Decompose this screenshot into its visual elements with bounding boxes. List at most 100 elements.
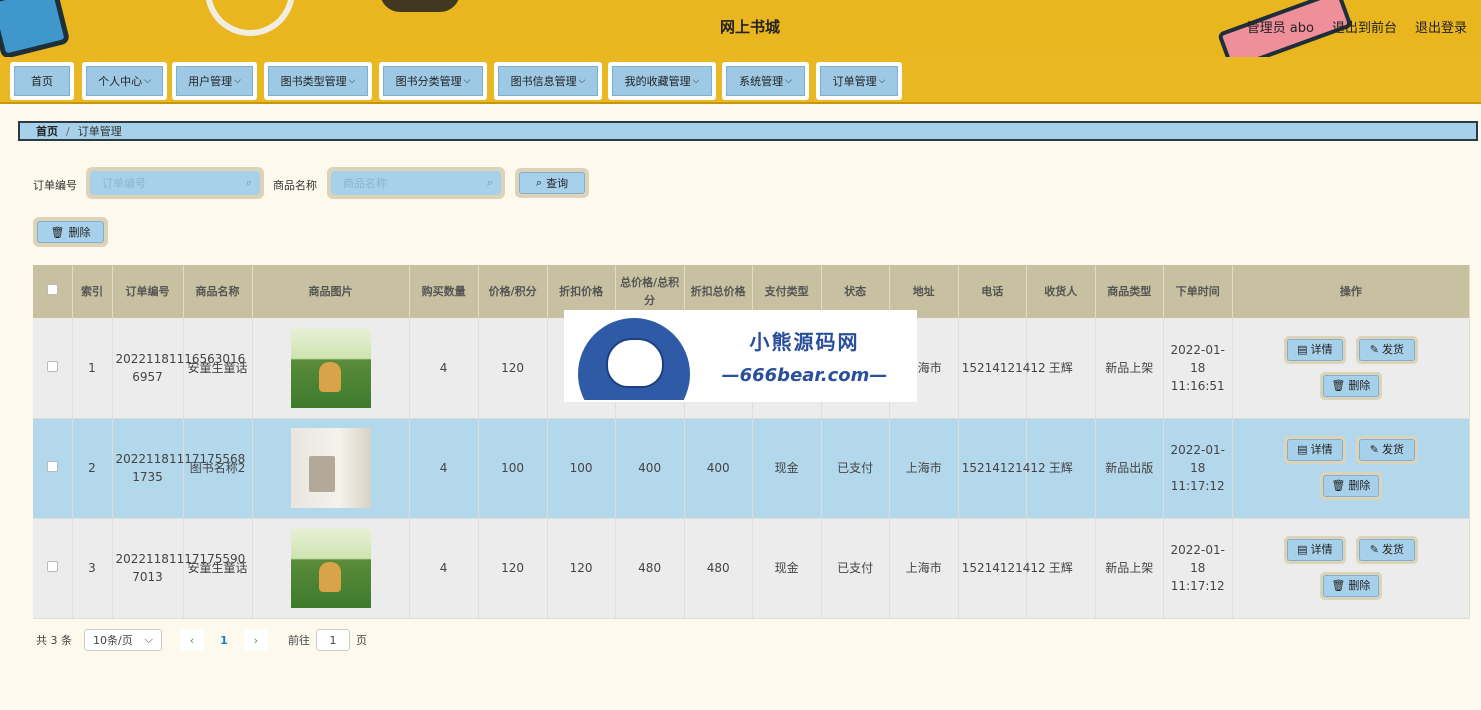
bear-logo-icon <box>564 310 692 402</box>
ship-button[interactable]: ✎ 发货 <box>1358 439 1415 461</box>
column-header: 电话 <box>958 265 1027 318</box>
ship-button[interactable]: ✎ 发货 <box>1358 539 1415 561</box>
breadcrumb-home[interactable]: 首页 <box>36 123 58 139</box>
next-page-button[interactable]: › <box>244 629 268 651</box>
nav-user-management[interactable]: 用户管理 ⌵ <box>172 62 257 100</box>
column-header: 商品图片 <box>252 265 410 318</box>
column-header: 商品名称 <box>183 265 253 318</box>
cell-order-time: 2022-01-18 11:16:51 <box>1163 318 1233 419</box>
goto-suffix: 页 <box>356 634 367 647</box>
row-checkbox[interactable] <box>46 561 58 572</box>
chevron-down-icon: ⌵ <box>348 76 356 86</box>
column-header: 索引 <box>72 265 113 318</box>
row-checkbox[interactable] <box>46 360 58 372</box>
cell-index: 1 <box>72 318 113 419</box>
trash-icon: 🗑 <box>50 225 65 239</box>
breadcrumb: 首页 / 订单管理 <box>18 121 1478 141</box>
cell-actions: ▤ 详情 ✎ 发货 🗑 删除 <box>1232 318 1471 419</box>
chevron-down-icon: ⌵ <box>234 76 241 86</box>
product-name-input[interactable] <box>343 176 483 190</box>
product-name-label: 商品名称 <box>273 179 317 192</box>
cell-quantity: 4 <box>409 418 479 519</box>
book-cover-image <box>290 327 371 408</box>
batch-delete-button-wrap: 🗑 删除 <box>33 217 108 247</box>
top-header: 网上书城 管理员 abo 退出到前台 退出登录 <box>0 0 1481 57</box>
document-icon: ▤ <box>1297 342 1308 356</box>
row-delete-button[interactable]: 🗑 删除 <box>1322 374 1379 397</box>
cell-quantity: 4 <box>409 318 479 419</box>
column-header: 价格/积分 <box>478 265 548 318</box>
nav-book-info-management[interactable]: 图书信息管理 ⌵ <box>494 62 602 100</box>
book-cover-image <box>290 528 371 608</box>
nav-favorites-management[interactable]: 我的收藏管理 ⌵ <box>608 62 716 100</box>
cell-product-type: 新品出版 <box>1095 418 1164 519</box>
cell-price: 120 <box>478 318 548 419</box>
prev-page-button[interactable]: ‹ <box>180 629 204 651</box>
query-button-wrap: ⌕ 查询 <box>515 168 589 198</box>
nav-order-management[interactable]: 订单管理 ⌵ <box>816 62 902 100</box>
column-header: 购买数量 <box>409 265 479 318</box>
chevron-down-icon: ⌵ <box>578 76 586 86</box>
cell-actions: ▤ 详情 ✎ 发货 🗑 删除 <box>1232 418 1471 519</box>
cell-discount-price: 100 <box>547 418 616 519</box>
column-header: 下单时间 <box>1163 265 1233 318</box>
detail-button[interactable]: ▤ 详情 <box>1286 439 1343 461</box>
batch-delete-button[interactable]: 🗑 删除 <box>37 221 104 243</box>
nav-book-category-management[interactable]: 图书分类管理 ⌵ <box>379 62 487 100</box>
chevron-down-icon: ⌵ <box>144 76 151 86</box>
logout-link[interactable]: 退出登录 <box>1415 17 1467 36</box>
breadcrumb-separator: / <box>66 124 70 138</box>
query-button[interactable]: ⌕ 查询 <box>519 172 585 194</box>
column-header: 操作 <box>1232 265 1471 318</box>
search-icon: ⌕ <box>245 176 252 189</box>
cell-order-time: 2022-01-18 11:17:12 <box>1163 518 1233 619</box>
select-all-checkbox[interactable] <box>46 283 58 295</box>
cell-order-time: 2022-01-18 11:17:12 <box>1163 418 1233 519</box>
chevron-down-icon: ⌵ <box>463 76 471 86</box>
cell-pay-type: 现金 <box>752 418 822 519</box>
cell-total: 480 <box>615 518 685 619</box>
pagination: 共 3 条 10条/页 ⌵ ‹ 1 › 前往 1 页 <box>36 629 367 651</box>
row-delete-button[interactable]: 🗑 删除 <box>1322 575 1379 597</box>
cell-address: 上海市 <box>889 418 959 519</box>
cell-price: 120 <box>478 518 548 619</box>
cell-phone: 15214121412 <box>958 318 1046 419</box>
ship-button[interactable]: ✎ 发货 <box>1358 338 1415 361</box>
chevron-down-icon: ⌵ <box>144 633 153 646</box>
cell-pay-type: 现金 <box>752 518 822 619</box>
cell-index: 3 <box>72 518 113 619</box>
cell-status: 已支付 <box>821 518 890 619</box>
total-count: 共 3 条 <box>36 634 72 647</box>
cell-discount-total: 400 <box>684 418 753 519</box>
cell-product-image <box>252 518 410 619</box>
order-number-field-wrap: ⌕ <box>86 167 264 199</box>
goto-label: 前往 <box>288 634 310 647</box>
page-size-select[interactable]: 10条/页 ⌵ <box>84 629 162 651</box>
front-page-link[interactable]: 退出到前台 <box>1332 17 1397 36</box>
order-number-input[interactable] <box>102 176 242 190</box>
breadcrumb-current: 订单管理 <box>77 125 122 138</box>
table-row[interactable]: 2 20221181117175568 1735 图书名称2 4 100 100… <box>33 418 1471 519</box>
goto-page-input[interactable]: 1 <box>316 629 350 651</box>
cell-phone: 15214121412 <box>958 418 1046 519</box>
cell-product-name: 安童生童话 <box>183 518 253 619</box>
table-row[interactable]: 3 20221181117175590 7013 安童生童话 4 120 120… <box>33 518 1471 619</box>
select-all-header <box>33 265 73 318</box>
nav-personal-center[interactable]: 个人中心 ⌵ <box>82 62 167 100</box>
cell-product-type: 新品上架 <box>1095 518 1164 619</box>
chevron-left-icon: ‹ <box>189 633 195 647</box>
search-icon: ⌕ <box>535 176 543 189</box>
row-checkbox[interactable] <box>46 461 58 472</box>
current-page[interactable]: 1 <box>212 629 236 651</box>
detail-button[interactable]: ▤ 详情 <box>1286 539 1343 561</box>
nav-system-management[interactable]: 系统管理 ⌵ <box>722 62 809 100</box>
main-nav: 首页 个人中心 ⌵ 用户管理 ⌵ 图书类型管理 ⌵ 图书分类管理 ⌵ 图书信息管理 ⌵ 我… <box>0 57 1481 104</box>
row-delete-button[interactable]: 🗑 删除 <box>1322 475 1379 497</box>
watermark-url: —666bear.com— <box>721 365 888 386</box>
cell-status: 已支付 <box>821 418 890 519</box>
document-icon: ▤ <box>1297 443 1308 456</box>
nav-home[interactable]: 首页 <box>10 62 74 100</box>
nav-book-type-management[interactable]: 图书类型管理 ⌵ <box>264 62 372 100</box>
chevron-down-icon: ⌵ <box>878 76 886 86</box>
detail-button[interactable]: ▤ 详情 <box>1286 338 1343 361</box>
